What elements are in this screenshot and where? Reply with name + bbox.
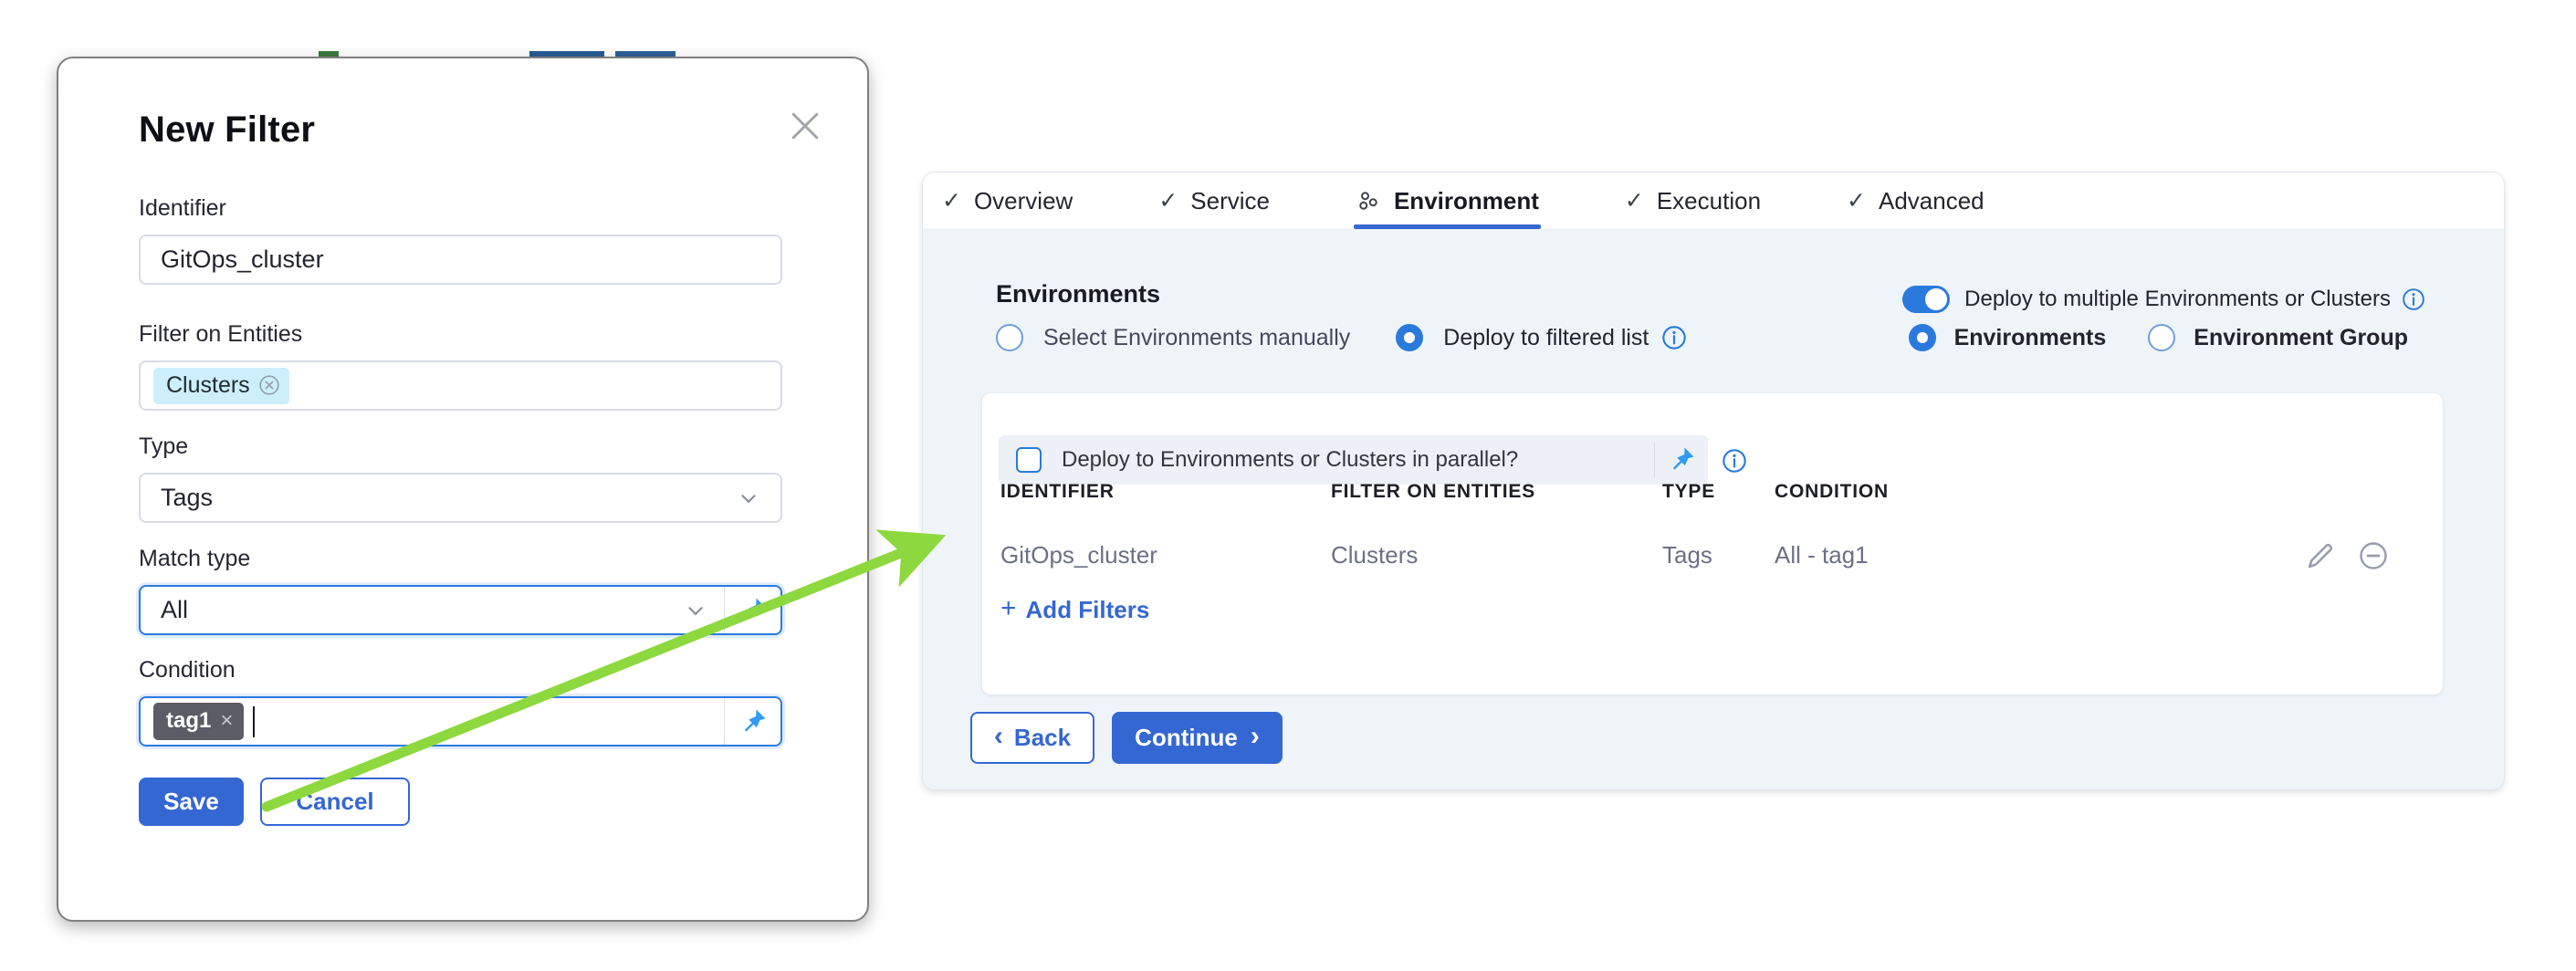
parallel-checkbox[interactable] <box>1016 447 1042 473</box>
filters-card: Deploy to Environments or Clusters in pa… <box>982 393 2443 694</box>
environments-heading: Environments <box>996 280 1160 308</box>
radio-environments[interactable] <box>1909 324 1936 351</box>
radio-select-manually[interactable] <box>996 324 1023 351</box>
condition-input[interactable]: tag1 × <box>139 696 782 747</box>
back-button[interactable]: ‹ Back <box>970 712 1094 764</box>
filter-on-entities-label: Filter on Entities <box>139 321 302 348</box>
add-filters-button[interactable]: + Add Filters <box>1000 596 1149 624</box>
check-icon: ✓ <box>942 187 961 214</box>
tab-service[interactable]: ✓ Service <box>1158 172 1270 229</box>
match-type-value: All <box>161 596 188 624</box>
text-cursor <box>253 706 255 737</box>
identifier-input[interactable]: GitOps_cluster <box>139 235 782 285</box>
dialog-title: New Filter <box>139 110 315 151</box>
check-icon: ✓ <box>1625 187 1644 214</box>
cell-filter-on-entities: Clusters <box>1331 541 1418 569</box>
new-filter-dialog: New Filter Identifier GitOps_cluster Fil… <box>57 57 869 922</box>
parallel-pin-button[interactable] <box>1655 444 1708 475</box>
pin-icon <box>738 595 769 626</box>
check-icon: ✓ <box>1847 187 1866 214</box>
back-label: Back <box>1014 724 1071 752</box>
tab-environment[interactable]: Environment <box>1356 172 1539 229</box>
multi-env-toggle-label: Deploy to multiple Environments or Clust… <box>1964 287 2391 312</box>
col-header-filter-on-entities: FILTER ON ENTITIES <box>1331 481 1535 503</box>
col-header-type: TYPE <box>1662 481 1715 503</box>
multi-env-toggle[interactable] <box>1902 286 1950 313</box>
env-target-radios: Environments Environment Group <box>1909 324 2408 351</box>
wizard-tabbar: ✓ Overview ✓ Service Environment ✓ Execu… <box>923 172 2504 230</box>
chevron-right-icon: › <box>1251 721 1260 752</box>
info-icon[interactable] <box>2402 287 2425 311</box>
tab-label: Advanced <box>1879 187 1984 215</box>
edit-icon[interactable] <box>2304 539 2337 572</box>
radio-deploy-filtered[interactable] <box>1396 324 1423 351</box>
tab-label: Service <box>1190 187 1270 215</box>
col-header-condition: CONDITION <box>1775 481 1889 503</box>
match-type-pin-button[interactable] <box>724 587 780 633</box>
deploy-mode-radios: Select Environments manually Deploy to f… <box>996 324 1687 351</box>
close-icon[interactable] <box>785 106 825 146</box>
parallel-checkbox-label: Deploy to Environments or Clusters in pa… <box>1062 447 1654 473</box>
radio-environment-group[interactable] <box>2148 324 2175 351</box>
add-filters-label: Add Filters <box>1026 596 1150 624</box>
entities-chip-label: Clusters <box>166 372 250 399</box>
cell-type: Tags <box>1662 541 1712 569</box>
continue-label: Continue <box>1135 724 1238 752</box>
tab-advanced[interactable]: ✓ Advanced <box>1847 172 1984 229</box>
tab-execution[interactable]: ✓ Execution <box>1625 172 1761 229</box>
save-button[interactable]: Save <box>139 778 244 826</box>
environment-step-panel: ✓ Overview ✓ Service Environment ✓ Execu… <box>922 172 2505 790</box>
type-select[interactable]: Tags <box>139 473 782 523</box>
tab-label: Execution <box>1657 187 1761 215</box>
match-type-label: Match type <box>139 546 250 572</box>
multi-env-toggle-row: Deploy to multiple Environments or Clust… <box>1902 286 2425 313</box>
cell-condition: All - tag1 <box>1775 541 1869 569</box>
pin-icon <box>1666 444 1697 475</box>
tab-label: Overview <box>974 187 1073 215</box>
chip-remove-icon[interactable] <box>258 374 280 396</box>
pin-icon <box>738 706 769 737</box>
cell-identifier: GitOps_cluster <box>1000 541 1157 569</box>
chip-remove-icon[interactable]: × <box>220 708 233 734</box>
chevron-left-icon: ‹ <box>994 721 1003 752</box>
radio-environment-group-label: Environment Group <box>2194 325 2408 351</box>
identifier-value: GitOps_cluster <box>161 245 324 274</box>
filter-on-entities-input[interactable]: Clusters <box>139 360 782 411</box>
info-icon[interactable] <box>1661 325 1687 350</box>
environment-icon <box>1356 188 1381 214</box>
cancel-button[interactable]: Cancel <box>260 778 410 826</box>
type-label: Type <box>139 433 188 460</box>
match-type-select[interactable]: All <box>139 585 782 635</box>
parallel-option-bar: Deploy to Environments or Clusters in pa… <box>999 435 1708 485</box>
info-icon[interactable] <box>1722 448 1747 474</box>
continue-button[interactable]: Continue › <box>1112 712 1283 764</box>
entities-chip: Clusters <box>153 368 289 404</box>
plus-icon: + <box>1000 593 1017 624</box>
radio-environments-label: Environments <box>1954 325 2107 351</box>
col-header-identifier: IDENTIFIER <box>1000 481 1115 503</box>
condition-chip: tag1 × <box>153 703 244 740</box>
chevron-down-icon <box>737 486 760 510</box>
condition-pin-button[interactable] <box>724 698 780 745</box>
chevron-down-icon <box>684 599 707 622</box>
condition-chip-label: tag1 <box>166 708 211 734</box>
condition-label: Condition <box>139 657 236 684</box>
check-icon: ✓ <box>1158 187 1178 214</box>
remove-icon[interactable] <box>2357 539 2390 572</box>
tab-overview[interactable]: ✓ Overview <box>942 172 1073 229</box>
radio-deploy-filtered-label: Deploy to filtered list <box>1443 325 1649 351</box>
identifier-label: Identifier <box>139 195 226 222</box>
type-value: Tags <box>161 484 213 512</box>
tab-label: Environment <box>1394 187 1539 215</box>
radio-select-manually-label: Select Environments manually <box>1043 325 1350 351</box>
